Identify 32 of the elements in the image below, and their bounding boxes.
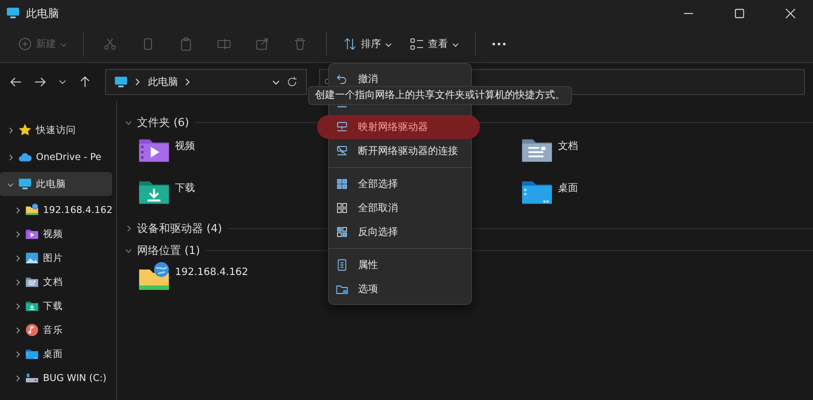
sidebar-item[interactable]: 192.168.4.162 bbox=[0, 199, 114, 221]
section-header[interactable]: 网络位置 (1) bbox=[125, 239, 200, 261]
menu-item[interactable]: 反向选择 bbox=[329, 220, 471, 244]
window-title: 此电脑 bbox=[26, 6, 59, 20]
section-header[interactable]: 文件夹 (6) bbox=[125, 111, 190, 133]
sidebar-item[interactable]: 图片 bbox=[0, 247, 114, 269]
folder-item[interactable]: 文档 bbox=[520, 133, 578, 175]
sort-button[interactable]: 排序 bbox=[337, 33, 398, 55]
menu-item[interactable]: 断开网络驱动器的连接 bbox=[329, 139, 471, 163]
section-header[interactable]: 设备和驱动器 (4) bbox=[125, 217, 222, 239]
sidebar-item[interactable]: 音乐 bbox=[0, 319, 114, 341]
menu-item[interactable]: 全部取消 bbox=[329, 196, 471, 220]
sidebar-item[interactable]: BUG WIN (C:) bbox=[0, 367, 114, 389]
tooltip: 创建一个指向网络上的共享文件夹或计算机的快捷方式。 bbox=[308, 86, 572, 105]
address-bar[interactable]: 此电脑 bbox=[105, 69, 307, 95]
menu-item[interactable]: 属性 bbox=[329, 253, 471, 277]
menu-item[interactable]: 映射网络驱动器 bbox=[317, 115, 480, 139]
sidebar-item[interactable]: 下载 bbox=[0, 295, 114, 317]
menu-item[interactable]: 全部选择 bbox=[329, 172, 471, 196]
folder-item[interactable]: 192.168.4.162 bbox=[137, 261, 248, 303]
view-button[interactable]: 查看 bbox=[404, 33, 465, 55]
sidebar-item[interactable]: OneDrive - Pe bbox=[0, 145, 112, 169]
breadcrumb[interactable]: 此电脑 bbox=[148, 75, 178, 89]
sidebar-item[interactable]: 此电脑 bbox=[0, 172, 112, 196]
sidebar-item[interactable]: 文档 bbox=[0, 271, 114, 293]
folder-item[interactable]: 视频 bbox=[137, 133, 195, 175]
sidebar-item[interactable]: 快速访问 bbox=[0, 118, 112, 142]
folder-item[interactable]: 桌面 bbox=[520, 175, 578, 217]
sidebar-item[interactable]: 视频 bbox=[0, 223, 114, 245]
menu-item[interactable]: 选项 bbox=[329, 277, 471, 301]
sidebar-item[interactable]: 桌面 bbox=[0, 343, 114, 365]
folder-item[interactable]: 下载 bbox=[137, 175, 195, 217]
